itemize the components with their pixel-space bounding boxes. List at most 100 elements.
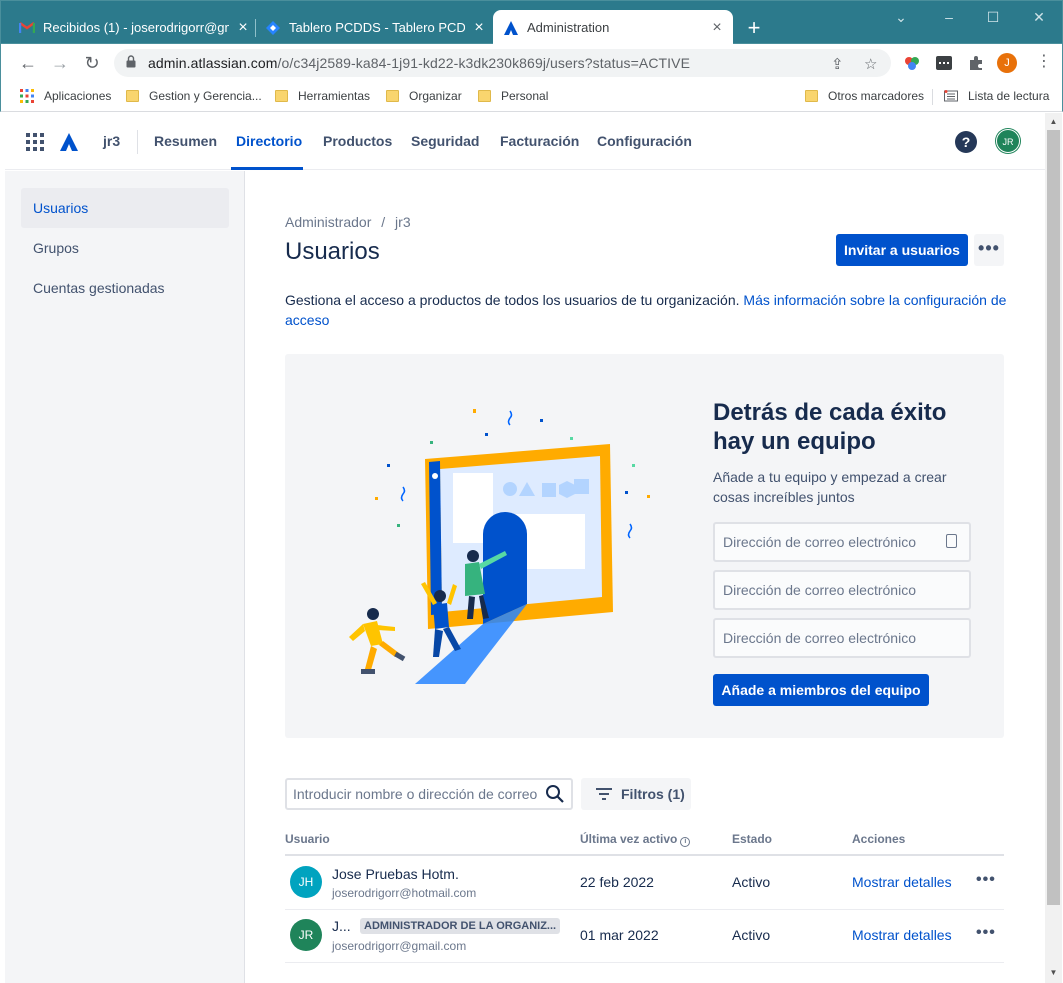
bookmark-label: Herramientas xyxy=(298,89,371,103)
share-icon[interactable]: ⇪ xyxy=(831,55,844,73)
bookmark-label: Organizar xyxy=(409,89,462,103)
user-name-row: J... ADMINISTRADOR DE LA ORGANIZ... xyxy=(332,918,572,936)
reading-list-icon xyxy=(944,90,958,102)
info-icon[interactable]: i xyxy=(680,837,691,847)
app-switcher-icon[interactable] xyxy=(26,133,44,156)
user-avatar[interactable]: JR xyxy=(996,129,1020,153)
browser-menu-icon[interactable]: ⋮ xyxy=(1036,52,1052,72)
back-icon[interactable]: ← xyxy=(17,52,39,74)
reload-icon[interactable]: ↻ xyxy=(81,52,103,74)
bookmark-label: Gestion y Gerencia... xyxy=(149,89,262,103)
nav-directorio[interactable]: Directorio xyxy=(236,133,302,149)
nav-resumen[interactable]: Resumen xyxy=(154,133,217,149)
last-active: 22 feb 2022 xyxy=(580,874,654,890)
bookmark-apps[interactable]: Aplicaciones xyxy=(20,89,111,103)
address-bar[interactable]: admin.atlassian.com/o/c34j2589-ka84-1j91… xyxy=(114,49,891,77)
close-icon[interactable]: × xyxy=(235,19,251,36)
bookmark-folder[interactable]: Gestion y Gerencia... xyxy=(126,89,262,103)
folder-icon xyxy=(478,90,491,102)
scroll-up-icon[interactable]: ▲ xyxy=(1049,117,1058,126)
bookmark-label: Otros marcadores xyxy=(828,89,925,103)
sidebar-item-grupos[interactable]: Grupos xyxy=(21,228,229,268)
window-close-icon[interactable]: ✕ xyxy=(1029,9,1049,26)
add-team-members-button[interactable]: Añade a miembros del equipo xyxy=(713,674,929,706)
user-search-input[interactable]: Introducir nombre o dirección de correo xyxy=(285,778,573,810)
maximize-icon[interactable]: ☐ xyxy=(983,9,1003,26)
show-details-link[interactable]: Mostrar detalles xyxy=(852,874,952,890)
show-details-link[interactable]: Mostrar detalles xyxy=(852,927,952,943)
star-icon[interactable]: ☆ xyxy=(864,55,877,73)
bookmark-folder[interactable]: Herramientas xyxy=(275,89,370,103)
extension-color-icon[interactable] xyxy=(903,54,921,72)
browser-tab-gmail[interactable]: Recibidos (1) - joserodrigorr@gm × xyxy=(19,10,251,45)
breadcrumb-admin[interactable]: Administrador xyxy=(285,214,371,230)
url-domain: admin.atlassian.com xyxy=(148,55,278,71)
breadcrumb-org[interactable]: jr3 xyxy=(395,214,411,230)
browser-tab-administration[interactable]: Administration × xyxy=(493,10,733,45)
apps-grid-icon xyxy=(20,89,34,103)
bookmarks-bar: Aplicaciones Gestion y Gerencia... Herra… xyxy=(0,82,1063,112)
active-nav-indicator xyxy=(231,167,303,170)
email-field-1[interactable]: Dirección de correo electrónico xyxy=(713,522,971,562)
tab-title: Recibidos (1) - joserodrigorr@gm xyxy=(43,20,229,35)
close-icon[interactable]: × xyxy=(709,19,725,36)
browser-tab-strip: Recibidos (1) - joserodrigorr@gm × Table… xyxy=(0,0,1063,45)
sidebar-item-usuarios[interactable]: Usuarios xyxy=(21,188,229,228)
user-name[interactable]: Jose Pruebas Hotm. xyxy=(332,866,459,882)
user-email: joserodrigorr@gmail.com xyxy=(332,939,467,953)
user-name[interactable]: J... xyxy=(332,918,351,934)
url-text: admin.atlassian.com/o/c34j2589-ka84-1j91… xyxy=(148,55,690,71)
user-status: Activo xyxy=(732,874,771,890)
scrollbar-thumb[interactable] xyxy=(1047,130,1060,905)
column-header-acciones: Acciones xyxy=(852,832,906,846)
bookmark-folder[interactable]: Organizar xyxy=(386,89,462,103)
email-placeholder: Dirección de correo electrónico xyxy=(723,534,916,550)
column-header-usuario: Usuario xyxy=(285,832,330,846)
filters-label: Filtros (1) xyxy=(621,786,685,802)
row-divider xyxy=(285,962,1004,963)
filter-icon xyxy=(596,787,612,804)
user-avatar: JH xyxy=(290,866,322,898)
invite-users-button[interactable]: Invitar a usuarios xyxy=(836,234,968,266)
folder-icon xyxy=(805,90,818,102)
browser-tab-jira[interactable]: Tablero PCDDS - Tablero PCDDS × xyxy=(265,10,487,45)
nav-configuracion[interactable]: Configuración xyxy=(597,133,692,149)
nav-seguridad[interactable]: Seguridad xyxy=(411,133,479,149)
new-tab-button[interactable]: + xyxy=(742,17,766,41)
org-name[interactable]: jr3 xyxy=(103,133,120,149)
row-more-icon[interactable]: ••• xyxy=(976,871,996,889)
atlassian-icon xyxy=(503,20,519,36)
description-text: Gestiona el acceso a productos de todos … xyxy=(285,292,740,308)
page-description: Gestiona el acceso a productos de todos … xyxy=(285,290,1013,330)
more-options-button[interactable]: ••• xyxy=(974,234,1004,266)
bookmark-label: Lista de lectura xyxy=(968,89,1050,103)
profile-avatar[interactable]: J xyxy=(997,53,1017,73)
bookmark-folder[interactable]: Personal xyxy=(478,89,548,103)
breadcrumb: Administrador / jr3 xyxy=(285,214,411,230)
filters-button[interactable]: Filtros (1) xyxy=(581,778,691,810)
email-field-2[interactable]: Dirección de correo electrónico xyxy=(713,570,971,610)
nav-facturacion[interactable]: Facturación xyxy=(500,133,579,149)
atlassian-logo-icon[interactable] xyxy=(59,132,79,157)
extension-terminal-icon[interactable] xyxy=(935,54,953,72)
forward-icon[interactable]: → xyxy=(49,52,71,74)
url-path: /o/c34j2589-ka84-1j91-kd22-k3dk230k869j/… xyxy=(277,55,691,71)
minimize-icon[interactable]: – xyxy=(939,9,959,25)
last-active: 01 mar 2022 xyxy=(580,927,659,943)
browser-toolbar: ← → ↻ admin.atlassian.com/o/c34j2589-ka8… xyxy=(0,44,1063,82)
table-header-divider xyxy=(285,854,1004,856)
bookmark-reading-list[interactable]: Lista de lectura xyxy=(944,89,1049,103)
user-avatar: JR xyxy=(290,919,322,951)
user-status: Activo xyxy=(732,927,771,943)
nav-productos[interactable]: Productos xyxy=(323,133,392,149)
chevron-down-icon[interactable]: ⌄ xyxy=(891,9,911,26)
row-more-icon[interactable]: ••• xyxy=(976,924,996,942)
sidebar-item-cuentas-gestionadas[interactable]: Cuentas gestionadas xyxy=(21,268,229,308)
puzzle-icon[interactable] xyxy=(967,54,985,72)
search-icon[interactable] xyxy=(545,784,565,809)
close-icon[interactable]: × xyxy=(471,19,487,36)
scroll-down-icon[interactable]: ▼ xyxy=(1049,968,1058,977)
email-field-3[interactable]: Dirección de correo electrónico xyxy=(713,618,971,658)
help-icon[interactable]: ? xyxy=(955,131,977,153)
bookmark-other[interactable]: Otros marcadores xyxy=(805,89,924,103)
